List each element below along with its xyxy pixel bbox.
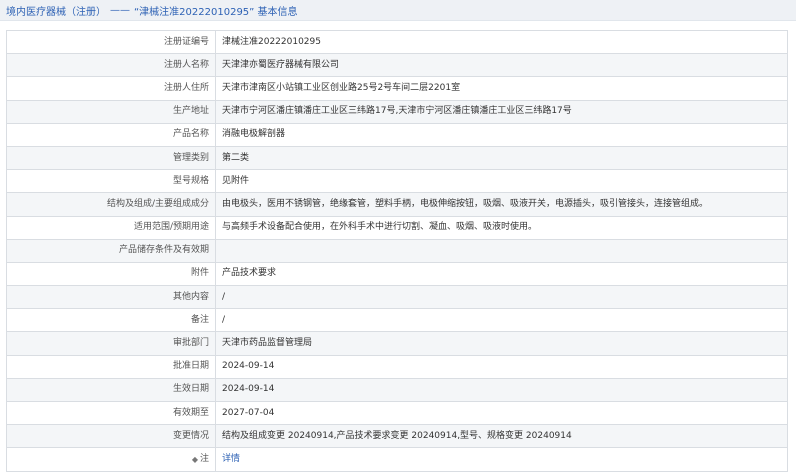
- row-value: 与高频手术设备配合使用，在外科手术中进行切割、凝血、吸烟、吸液时使用。: [215, 215, 788, 240]
- row-label: 批准日期: [6, 354, 216, 379]
- note-value-cell: 详情: [215, 447, 788, 472]
- table-row: 管理类别 第二类: [6, 145, 788, 171]
- table-row: 附件 产品技术要求: [6, 261, 788, 287]
- row-value: 天津市宁河区潘庄镇潘庄工业区三纬路17号,天津市宁河区潘庄镇潘庄工业区三纬路17…: [215, 99, 788, 124]
- table-row: 注册证编号 津械注准20222010295: [6, 29, 788, 55]
- row-label: 产品储存条件及有效期: [6, 238, 216, 263]
- page-header: 境内医疗器械（注册） —— “津械注准20222010295” 基本信息: [0, 0, 796, 21]
- row-label: 管理类别: [6, 145, 216, 171]
- table-row: 注册人名称 天津津亦蜀医疗器械有限公司: [6, 53, 788, 78]
- table-row: 产品名称 消融电极解剖器: [6, 122, 788, 147]
- table-row: 备注 /: [6, 308, 788, 333]
- row-label: 结构及组成/主要组成成分: [6, 192, 216, 217]
- row-label: 注册证编号: [6, 29, 216, 55]
- row-value: [215, 238, 788, 263]
- note-label: 注: [199, 453, 209, 464]
- table-row: 其他内容 /: [6, 285, 788, 310]
- row-value: 产品技术要求: [215, 261, 788, 287]
- row-value: 天津市津南区小站镇工业区创业路25号2号车间二层2201室: [215, 76, 788, 101]
- note-icon: ◆: [191, 454, 198, 464]
- row-label: 审批部门: [6, 331, 216, 356]
- row-value: 天津津亦蜀医疗器械有限公司: [215, 53, 788, 78]
- table-row: 批准日期 2024-09-14: [6, 354, 788, 379]
- row-value: 2027-07-04: [215, 400, 788, 426]
- row-value: 第二类: [215, 145, 788, 171]
- row-label: 生效日期: [6, 377, 216, 403]
- table-row: 型号规格 见附件: [6, 169, 788, 194]
- row-value: 津械注准20222010295: [215, 29, 788, 55]
- row-label: 有效期至: [6, 400, 216, 426]
- table-row: 有效期至 2027-07-04: [6, 400, 788, 426]
- row-value: /: [215, 285, 788, 310]
- row-label: 注册人名称: [6, 53, 216, 78]
- table-row: 产品储存条件及有效期: [6, 238, 788, 263]
- table-row: 审批部门 天津市药品监督管理局: [6, 331, 788, 356]
- table-row: 生产地址 天津市宁河区潘庄镇潘庄工业区三纬路17号,天津市宁河区潘庄镇潘庄工业区三…: [6, 99, 788, 124]
- row-value: 由电极头，医用不锈钢管，绝缘套管，塑料手柄，电极伸缩按钮，吸烟、吸液开关，电源插…: [215, 192, 788, 217]
- row-label: 产品名称: [6, 122, 216, 147]
- row-value: 见附件: [215, 169, 788, 194]
- row-value: 消融电极解剖器: [215, 122, 788, 147]
- note-row: ◆ 注 详情: [6, 447, 788, 472]
- row-label: 变更情况: [6, 424, 216, 449]
- row-label: 生产地址: [6, 99, 216, 124]
- row-value: 天津市药品监督管理局: [215, 331, 788, 356]
- table-row: 变更情况 结构及组成变更 20240914,产品技术要求变更 20240914,型…: [6, 424, 788, 449]
- table-row: 注册人住所 天津市津南区小站镇工业区创业路25号2号车间二层2201室: [6, 76, 788, 101]
- row-value: 2024-09-14: [215, 354, 788, 379]
- breadcrumb-category-link[interactable]: 境内医疗器械（注册）: [6, 3, 106, 18]
- row-label: 附件: [6, 261, 216, 287]
- row-label: 注册人住所: [6, 76, 216, 101]
- row-label: 其他内容: [6, 285, 216, 310]
- table-row: 生效日期 2024-09-14: [6, 377, 788, 403]
- row-label: 型号规格: [6, 169, 216, 194]
- row-label: 备注: [6, 308, 216, 333]
- page-title: “津械注准20222010295” 基本信息: [134, 6, 298, 18]
- breadcrumb-separator: ——: [110, 4, 130, 16]
- row-label: 适用范围/预期用途: [6, 215, 216, 240]
- row-value: /: [215, 308, 788, 333]
- table-row: 适用范围/预期用途 与高频手术设备配合使用，在外科手术中进行切割、凝血、吸烟、吸液…: [6, 215, 788, 240]
- info-table: 注册证编号 津械注准20222010295 注册人名称 天津津亦蜀医疗器械有限公司 …: [6, 29, 788, 472]
- row-value: 结构及组成变更 20240914,产品技术要求变更 20240914,型号、规格…: [215, 424, 788, 449]
- table-row: 结构及组成/主要组成成分 由电极头，医用不锈钢管，绝缘套管，塑料手柄，电极伸缩按钮…: [6, 192, 788, 217]
- note-label-cell: ◆ 注: [6, 447, 216, 472]
- row-value: 2024-09-14: [215, 377, 788, 403]
- info-panel: 注册证编号 津械注准20222010295 注册人名称 天津津亦蜀医疗器械有限公司 …: [6, 29, 788, 472]
- details-link[interactable]: 详情: [222, 454, 240, 464]
